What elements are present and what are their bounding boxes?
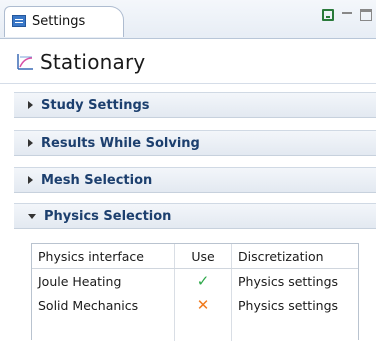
stationary-study-icon <box>17 54 33 70</box>
section-results-while-solving[interactable]: Results While Solving <box>14 130 376 156</box>
page-title: Stationary <box>40 50 146 74</box>
discretization-cell: Physics settings <box>238 297 339 313</box>
physics-interface-cell: Joule Heating <box>32 268 175 293</box>
section-label: Study Settings <box>41 97 150 113</box>
table-row <box>32 317 358 341</box>
check-icon: ✓ <box>196 271 210 290</box>
use-cell[interactable]: ✕ <box>174 293 232 317</box>
pin-icon[interactable] <box>322 9 334 21</box>
table-header-row: Physics interface Use Discretization <box>32 244 358 269</box>
header-divider <box>0 83 376 84</box>
discretization-cell: Physics settings <box>238 273 339 289</box>
physics-interface-cell: Solid Mechanics <box>32 293 175 317</box>
section-study-settings[interactable]: Study Settings <box>14 92 376 118</box>
tab-settings[interactable]: Settings <box>4 6 124 37</box>
window-controls <box>322 9 372 21</box>
section-physics-selection[interactable]: Physics Selection <box>14 203 376 229</box>
tab-strip: Settings <box>0 0 376 39</box>
page-header: Stationary <box>16 50 145 74</box>
physics-table: Physics interface Use Discretization Jou… <box>31 243 359 341</box>
maximize-icon[interactable] <box>360 9 372 21</box>
section-label: Mesh Selection <box>41 172 153 188</box>
use-cell[interactable]: ✓ <box>174 268 232 293</box>
collapse-arrow-icon <box>28 213 36 219</box>
cross-icon: ✕ <box>196 295 210 314</box>
minimize-icon[interactable] <box>341 9 353 21</box>
column-header-discretization[interactable]: Discretization <box>231 244 358 269</box>
column-header-physics-interface[interactable]: Physics interface <box>32 244 175 269</box>
table-row[interactable]: Solid Mechanics ✕ Physics settings <box>32 293 358 317</box>
tab-settings-label: Settings <box>32 14 86 29</box>
expand-arrow-icon <box>28 101 33 109</box>
section-mesh-selection[interactable]: Mesh Selection <box>14 167 376 193</box>
expand-arrow-icon <box>28 139 33 147</box>
table-row[interactable]: Joule Heating ✓ Physics settings <box>32 268 358 293</box>
section-label: Physics Selection <box>44 208 172 224</box>
expand-arrow-icon <box>28 176 33 184</box>
section-label: Results While Solving <box>41 135 200 151</box>
settings-window-icon <box>12 15 26 27</box>
column-header-use[interactable]: Use <box>174 244 232 269</box>
